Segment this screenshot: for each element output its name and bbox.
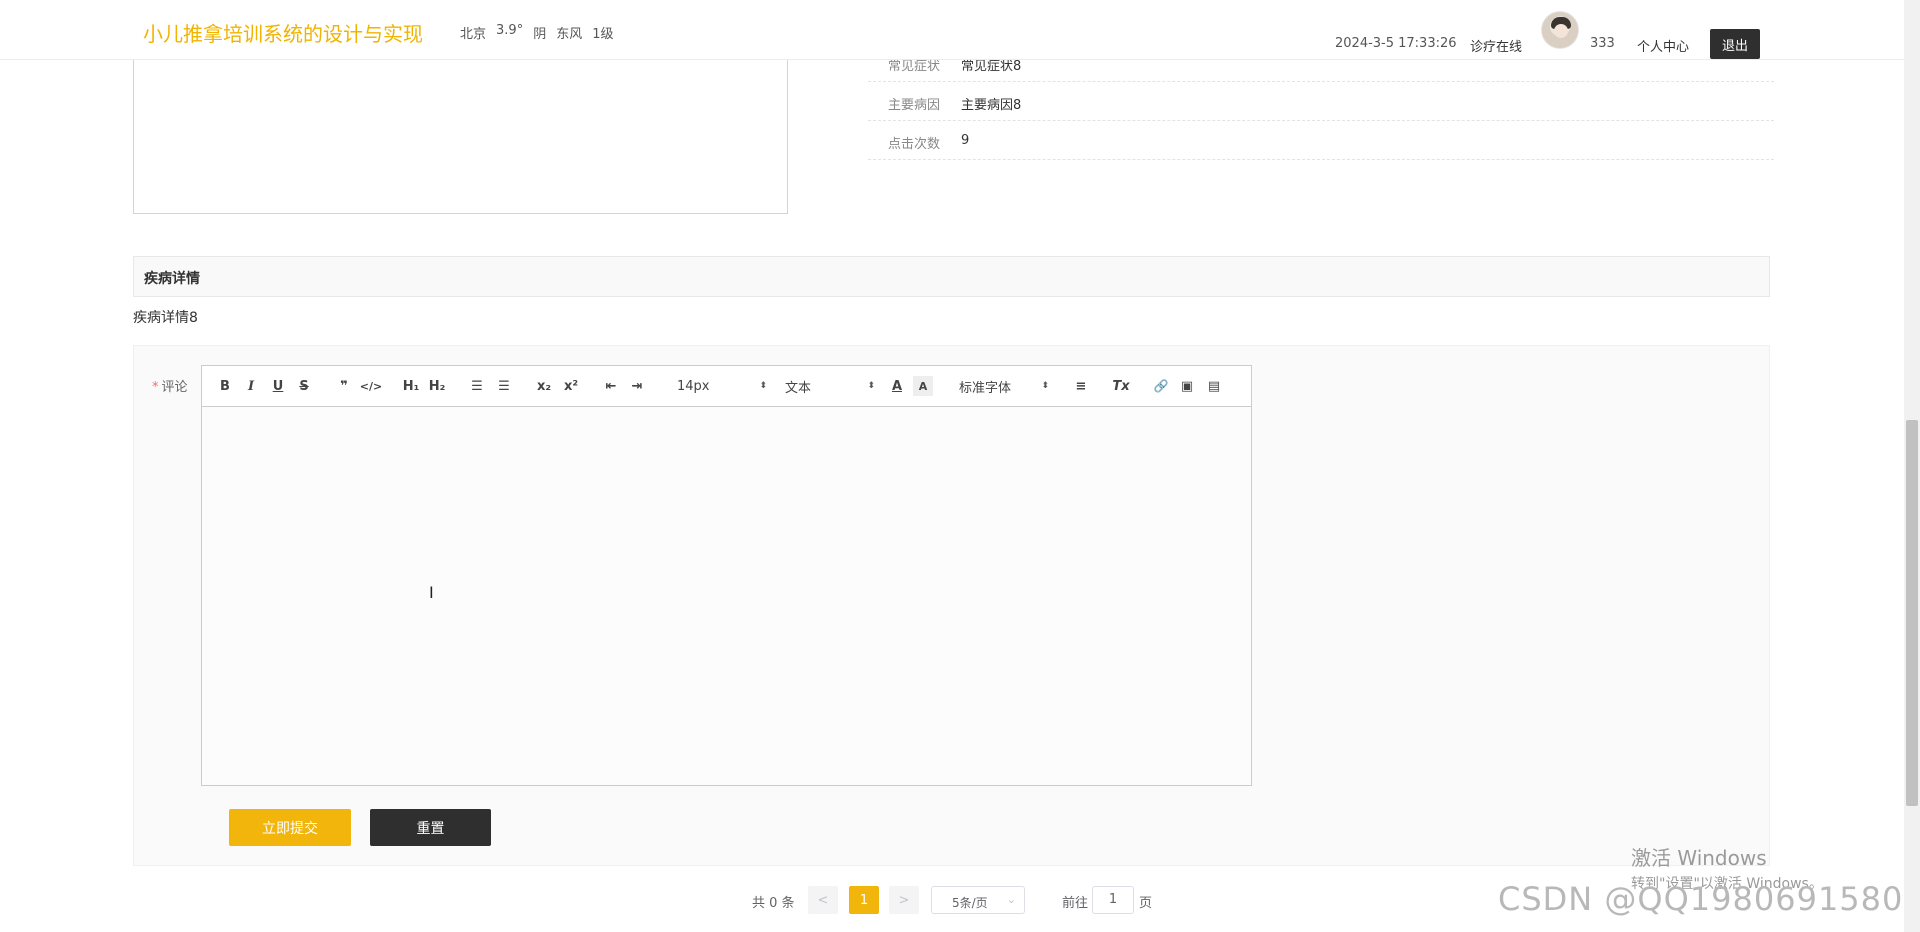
image-icon[interactable]: ▣ <box>1177 376 1197 396</box>
weather-city: 北京 <box>460 27 487 42</box>
indent-icon[interactable]: ⇥ <box>627 376 647 396</box>
section-title: 疾病详情 <box>144 271 200 287</box>
background-color-icon[interactable]: A <box>913 376 933 396</box>
rich-text-editor: B I U S ❞ </> H₁ H₂ ☰ ☰ x₂ x² ⇤ ⇥ 14px ⬍… <box>201 365 1252 786</box>
submit-button[interactable]: 立即提交 <box>229 809 351 846</box>
strikethrough-icon[interactable]: S <box>294 376 314 396</box>
header2-icon[interactable]: H₂ <box>427 376 447 396</box>
link-icon[interactable]: 🔗 <box>1151 376 1171 396</box>
detail-value: 主要病因8 <box>961 98 1022 113</box>
scrollbar-thumb[interactable] <box>1906 420 1918 806</box>
reset-button[interactable]: 重置 <box>370 809 491 846</box>
chevron-updown-icon: ⬍ <box>759 381 767 391</box>
font-size-picker[interactable]: 14px ⬍ <box>677 376 767 396</box>
csdn-watermark: CSDN @QQ1980691580 <box>1498 880 1904 918</box>
page-number-current[interactable]: 1 <box>849 886 879 914</box>
chevron-updown-icon: ⬍ <box>1041 381 1049 391</box>
disease-detail-content: 疾病详情8 <box>133 310 198 326</box>
logout-button[interactable]: 退出 <box>1710 29 1760 59</box>
page-size-select[interactable]: 5条/页 ⌄ <box>931 886 1025 914</box>
header-picker[interactable]: 文本 ⬍ <box>785 376 875 396</box>
ordered-list-icon[interactable]: ☰ <box>467 376 487 396</box>
detail-row-cause: 主要病因 主要病因8 <box>868 82 1774 121</box>
detail-key: 点击次数 <box>888 137 941 152</box>
text-cursor-icon: I <box>429 583 434 602</box>
activation-title: 激活 Windows <box>1631 846 1767 870</box>
subscript-icon[interactable]: x₂ <box>534 376 554 396</box>
header1-icon[interactable]: H₁ <box>401 376 421 396</box>
disease-image-box <box>133 40 788 214</box>
comment-label-text: 评论 <box>161 380 188 395</box>
required-mark: * <box>152 380 159 395</box>
video-icon[interactable]: ▤ <box>1204 376 1224 396</box>
blockquote-icon[interactable]: ❞ <box>334 376 354 396</box>
site-title[interactable]: 小儿推拿培训系统的设计与实现 <box>143 18 423 47</box>
font-family-value: 标准字体 <box>959 380 1012 396</box>
clean-format-icon[interactable]: Tx <box>1111 376 1131 396</box>
weather-wind: 东风 <box>556 27 583 42</box>
top-navbar: 小儿推拿培训系统的设计与实现 北京 3.9° 阴 东风 1级 2024-3-5 … <box>0 0 1904 60</box>
align-left-icon[interactable]: ≡ <box>1071 376 1091 396</box>
bullet-list-icon[interactable]: ☰ <box>494 376 514 396</box>
page-size-value: 5条/页 <box>952 896 988 910</box>
comment-label: * 评论 <box>152 376 188 395</box>
avatar-face <box>1554 24 1568 38</box>
pagination-total: 共 0 条 <box>752 896 795 911</box>
font-size-value: 14px <box>677 378 710 394</box>
goto-unit: 页 <box>1139 896 1153 911</box>
detail-key: 主要病因 <box>888 98 941 113</box>
current-datetime: 2024-3-5 17:33:26 <box>1335 36 1457 51</box>
header-value: 文本 <box>785 380 812 396</box>
goto-label: 前往 <box>1062 896 1089 911</box>
weather-level: 1级 <box>592 27 614 42</box>
font-family-picker[interactable]: 标准字体 ⬍ <box>959 376 1049 396</box>
weather-widget: 北京 3.9° 阴 东风 1级 <box>460 23 614 42</box>
weather-temp: 3.9° <box>496 23 524 38</box>
nav-diagnosis-online[interactable]: 诊疗在线 <box>1470 36 1522 55</box>
prev-page-button[interactable]: < <box>808 886 838 914</box>
detail-value: 9 <box>961 133 970 148</box>
editor-content-area[interactable]: I <box>202 407 1251 785</box>
goto-page-input[interactable]: 1 <box>1092 886 1134 914</box>
next-page-button[interactable]: > <box>889 886 919 914</box>
outdent-icon[interactable]: ⇤ <box>601 376 621 396</box>
nav-profile[interactable]: 个人中心 <box>1637 36 1689 55</box>
underline-icon[interactable]: U <box>268 376 288 396</box>
editor-toolbar: B I U S ❞ </> H₁ H₂ ☰ ☰ x₂ x² ⇤ ⇥ 14px ⬍… <box>202 366 1251 407</box>
bold-icon[interactable]: B <box>215 376 235 396</box>
code-icon[interactable]: </> <box>360 376 382 396</box>
weather-condition: 阴 <box>533 27 547 42</box>
chevron-updown-icon: ⬍ <box>867 381 875 391</box>
superscript-icon[interactable]: x² <box>561 376 581 396</box>
disease-detail-header: 疾病详情 <box>133 256 1770 297</box>
chevron-down-icon: ⌄ <box>1006 893 1016 906</box>
avatar[interactable] <box>1541 11 1579 49</box>
text-color-icon[interactable]: A <box>887 376 907 396</box>
page: 常见症状 常见症状8 主要病因 主要病因8 点击次数 9 小儿推拿培训系统的设计… <box>0 0 1920 932</box>
detail-row-clicks: 点击次数 9 <box>868 121 1774 160</box>
username: 333 <box>1590 36 1615 51</box>
italic-icon[interactable]: I <box>241 376 261 396</box>
